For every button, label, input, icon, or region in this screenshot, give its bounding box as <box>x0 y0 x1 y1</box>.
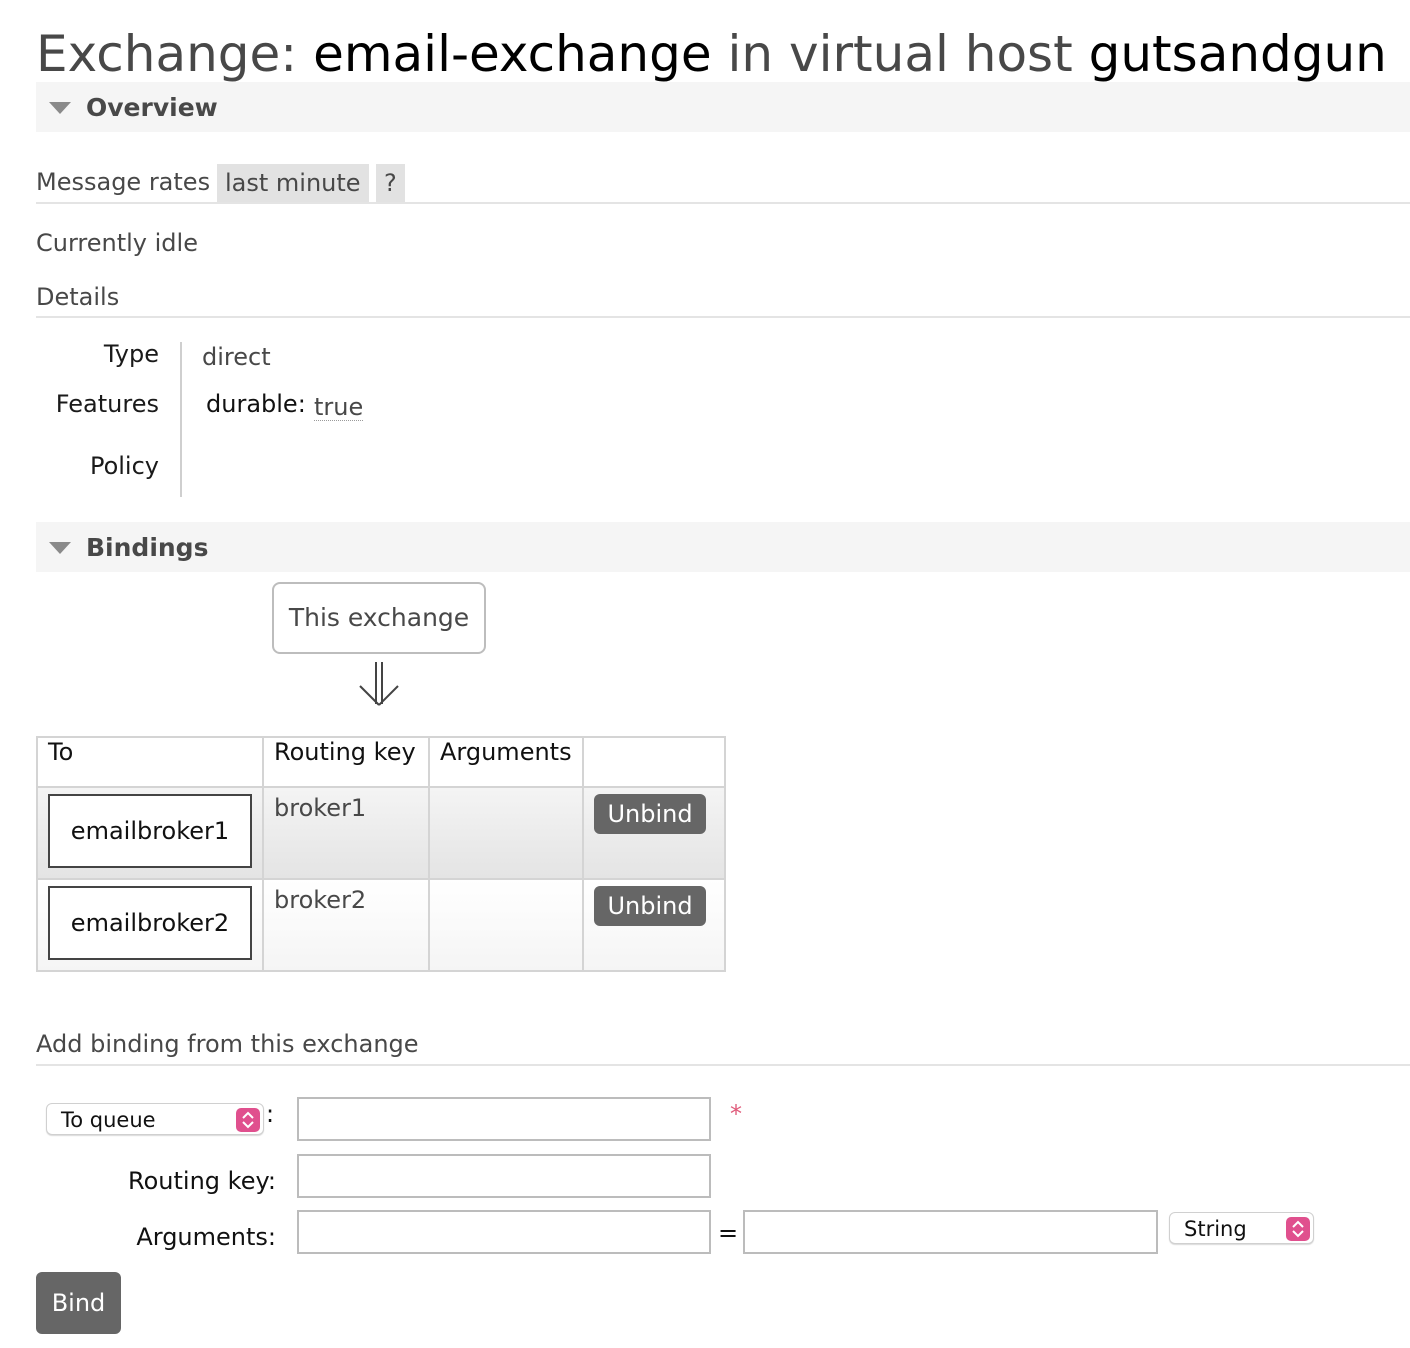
select-arrows-icon <box>236 1108 260 1132</box>
routing-key-value: broker1 <box>274 794 367 822</box>
to-cell: emailbroker2 <box>36 878 264 972</box>
details-label: Details <box>36 283 120 311</box>
type-value: direct <box>202 343 271 371</box>
title-middle: in virtual host <box>727 25 1073 83</box>
overview-section-header[interactable]: Overview <box>36 82 1410 132</box>
routing-key-cell: broker2 <box>262 878 430 972</box>
page-title: Exchange: email-exchange in virtual host… <box>36 22 1387 86</box>
equals-sign: = <box>718 1219 739 1247</box>
rates-help-button[interactable]: ? <box>376 164 405 202</box>
arguments-cell <box>428 786 584 880</box>
routing-key-value: broker2 <box>274 886 367 914</box>
destination-input[interactable] <box>297 1097 711 1141</box>
message-rates-label: Message rates <box>36 168 211 196</box>
details-heading: Details <box>36 283 1410 318</box>
destination-type-value: To queue <box>61 1108 156 1132</box>
add-binding-heading: Add binding from this exchange <box>36 1030 1410 1066</box>
type-label: Type <box>103 340 159 368</box>
bind-button[interactable]: Bind <box>36 1272 121 1334</box>
table-row: emailbroker1 broker1 Unbind <box>36 786 726 880</box>
queue-link[interactable]: emailbroker1 <box>48 794 252 868</box>
action-cell: Unbind <box>582 786 726 880</box>
queue-link[interactable]: emailbroker2 <box>48 886 252 960</box>
col-header-arguments: Arguments <box>428 736 584 788</box>
title-prefix: Exchange: <box>36 25 298 83</box>
col-header-to: To <box>36 736 264 788</box>
double-down-arrow-icon <box>359 662 399 706</box>
to-cell: emailbroker1 <box>36 786 264 880</box>
routing-key-input[interactable] <box>297 1154 711 1198</box>
argument-type-select[interactable]: String <box>1169 1212 1314 1244</box>
argument-value-input[interactable] <box>743 1210 1158 1254</box>
policy-label: Policy <box>89 452 159 480</box>
routing-key-cell: broker1 <box>262 786 430 880</box>
arguments-cell <box>428 878 584 972</box>
table-header-row: To Routing key Arguments <box>36 736 726 788</box>
features-label: Features <box>55 390 159 418</box>
overview-label: Overview <box>86 93 218 122</box>
unbind-button[interactable]: Unbind <box>594 886 706 926</box>
collapse-triangle-icon[interactable] <box>49 102 71 114</box>
bindings-table: To Routing key Arguments emailbroker1 br… <box>36 736 726 972</box>
message-rates-bar: Message rates last minute ? <box>36 162 1410 204</box>
durable-label: durable: <box>206 390 306 418</box>
unbind-button[interactable]: Unbind <box>594 794 706 834</box>
bindings-label: Bindings <box>86 533 209 562</box>
idle-status: Currently idle <box>36 229 198 257</box>
add-binding-title: Add binding from this exchange <box>36 1030 419 1058</box>
routing-key-label: Routing key: <box>128 1167 276 1195</box>
bindings-section-header[interactable]: Bindings <box>36 522 1410 572</box>
action-cell: Unbind <box>582 878 726 972</box>
rate-period-selector[interactable]: last minute <box>217 164 369 202</box>
durable-value[interactable]: true <box>314 394 364 421</box>
vhost-name: gutsandgun <box>1088 25 1387 83</box>
col-header-routing-key: Routing key <box>262 736 430 788</box>
table-row: emailbroker2 broker2 Unbind <box>36 878 726 972</box>
details-separator <box>180 342 182 497</box>
select-arrows-icon <box>1286 1217 1310 1241</box>
arguments-label: Arguments: <box>136 1223 276 1251</box>
required-mark: * <box>730 1100 742 1128</box>
destination-colon: : <box>266 1100 275 1128</box>
exchange-name: email-exchange <box>313 25 712 83</box>
argument-key-input[interactable] <box>297 1210 711 1254</box>
collapse-triangle-icon[interactable] <box>49 542 71 554</box>
col-header-actions <box>582 736 726 788</box>
argument-type-value: String <box>1184 1217 1247 1241</box>
destination-type-select[interactable]: To queue <box>46 1103 264 1135</box>
this-exchange-box: This exchange <box>272 582 486 654</box>
